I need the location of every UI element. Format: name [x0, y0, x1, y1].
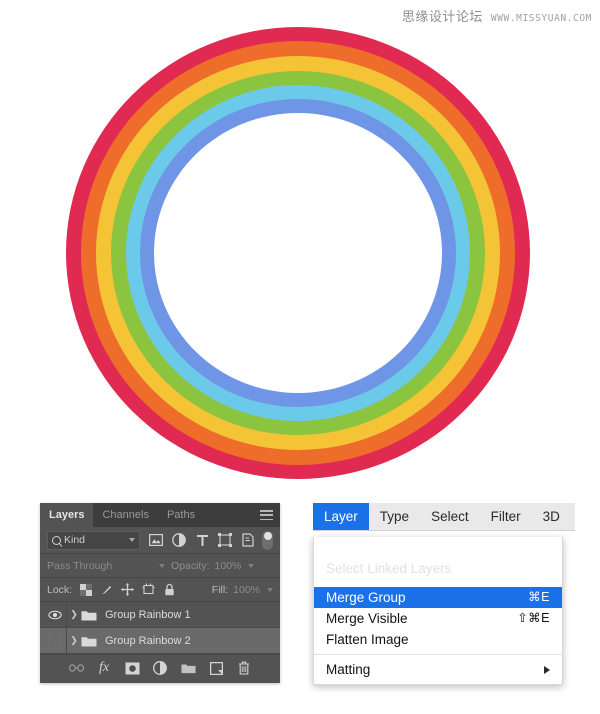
menubar-item-3d[interactable]: 3D: [532, 503, 571, 530]
tab-channels[interactable]: Channels: [93, 503, 157, 527]
fill-value[interactable]: 100%: [233, 584, 260, 596]
menubar: Layer Type Select Filter 3D: [313, 503, 575, 531]
disclosure-chevron-right-icon[interactable]: ❯: [67, 635, 81, 646]
new-adjustment-layer-icon[interactable]: [153, 661, 168, 676]
layer-name-label: Group Rainbow 1: [105, 608, 191, 621]
menu-item-select-linked-layers[interactable]: Select Linked Layers: [314, 559, 562, 578]
opacity-value[interactable]: 100%: [215, 560, 242, 572]
menubar-item-layer[interactable]: Layer: [313, 503, 369, 530]
menu-item-merge-visible[interactable]: Merge Visible ⇧⌘E: [314, 608, 562, 629]
table-row[interactable]: ❯ Group Rainbow 2: [40, 628, 280, 654]
layer-filter-row: Kind: [40, 527, 280, 554]
menubar-item-type[interactable]: Type: [369, 503, 420, 530]
folder-icon: [81, 610, 97, 620]
search-icon: [52, 535, 61, 545]
menu-item-flatten-image[interactable]: Flatten Image: [314, 629, 562, 650]
filter-toggle[interactable]: [262, 530, 273, 550]
menubar-item-filter-label: Filter: [490, 509, 521, 524]
layers-panel-footer: fx: [40, 654, 280, 681]
menu-area: Layer Type Select Filter 3D Select Linke…: [313, 503, 575, 691]
menu-item-merge-group[interactable]: Merge Group ⌘E: [314, 587, 562, 608]
layer-visibility-toggle[interactable]: [43, 634, 66, 647]
opacity-label: Opacity:: [171, 559, 210, 572]
shape-layer-filter-icon[interactable]: [218, 533, 232, 547]
adjustment-layer-filter-icon[interactable]: [172, 533, 186, 547]
menubar-item-select[interactable]: Select: [420, 503, 480, 530]
blend-mode-row: Pass Through Opacity: 100%: [40, 554, 280, 578]
eye-off-icon: [48, 634, 61, 647]
menu-item-merge-visible-shortcut: ⇧⌘E: [517, 611, 550, 625]
tab-layers[interactable]: Layers: [40, 503, 94, 527]
canvas-artwork: [0, 0, 600, 490]
menubar-item-layer-label: Layer: [324, 509, 358, 524]
delete-layer-icon[interactable]: [237, 661, 252, 676]
filter-kind-select[interactable]: Kind: [47, 530, 140, 550]
table-row[interactable]: ❯ Group Rainbow 1: [40, 602, 280, 628]
new-group-icon[interactable]: [180, 661, 196, 676]
chevron-down-icon: [129, 538, 135, 542]
blend-mode-select[interactable]: Pass Through: [47, 558, 165, 574]
menubar-item-select-label: Select: [431, 509, 469, 524]
lock-row: Lock: Fill: 100%: [40, 578, 280, 602]
hamburger-icon[interactable]: [260, 510, 273, 520]
lock-label: Lock:: [47, 583, 73, 596]
chevron-down-icon[interactable]: [248, 563, 255, 568]
link-layers-icon[interactable]: [68, 661, 84, 676]
lock-position-icon[interactable]: [121, 583, 135, 596]
chevron-down-icon[interactable]: [267, 587, 273, 592]
tab-channels-label: Channels: [102, 509, 149, 521]
folder-icon: [81, 636, 97, 646]
fill-label: Fill:: [211, 583, 229, 596]
lock-artboard-nesting-icon[interactable]: [142, 583, 155, 596]
menubar-item-3d-label: 3D: [542, 509, 560, 524]
menu-item-flatten-image-label: Flatten Image: [326, 632, 409, 647]
layer-effects-fx-icon[interactable]: fx: [97, 660, 112, 676]
eye-icon: [47, 610, 62, 619]
menu-item-merge-group-label: Merge Group: [326, 590, 406, 605]
filter-type-icons: [149, 533, 255, 547]
menubar-item-filter[interactable]: Filter: [480, 503, 532, 530]
add-layer-mask-icon[interactable]: [125, 661, 140, 676]
lock-all-icon[interactable]: [163, 583, 176, 596]
menu-scroll-fade: [314, 537, 562, 559]
type-layer-filter-icon[interactable]: [195, 533, 209, 547]
layer-visibility-toggle[interactable]: [43, 610, 66, 620]
lock-transparent-pixels-icon[interactable]: [79, 583, 92, 596]
menu-item-merge-group-shortcut: ⌘E: [528, 590, 550, 604]
submenu-arrow-icon: [544, 665, 550, 674]
new-layer-icon[interactable]: [209, 661, 224, 676]
lock-icons: [79, 583, 176, 596]
menu-item-merge-visible-label: Merge Visible: [326, 611, 408, 626]
layer-name-label: Group Rainbow 2: [105, 634, 191, 647]
tab-paths[interactable]: Paths: [158, 503, 204, 527]
menubar-item-type-label: Type: [379, 509, 410, 524]
menu-item-matting-label: Matting: [326, 662, 371, 677]
menu-item-matting[interactable]: Matting: [314, 659, 562, 680]
smart-object-filter-icon[interactable]: [241, 533, 255, 547]
panel-tabbar: Layers Channels Paths: [40, 503, 280, 527]
layers-panel[interactable]: Layers Channels Paths Kind Pass Through …: [40, 503, 280, 683]
layer-menu-dropdown[interactable]: Select Linked Layers Merge Group ⌘E Merg…: [313, 537, 563, 685]
tab-paths-label: Paths: [166, 509, 196, 521]
blend-mode-value: Pass Through: [47, 559, 113, 572]
ring-inner-hole: [154, 113, 442, 393]
chevron-down-icon: [159, 563, 165, 568]
rainbow-ring: [66, 27, 530, 479]
pixel-layer-filter-icon[interactable]: [149, 533, 163, 547]
menu-item-select-linked-layers-label: Select Linked Layers: [326, 561, 452, 576]
disclosure-chevron-right-icon[interactable]: ❯: [67, 609, 81, 620]
filter-kind-value: Kind: [64, 534, 86, 546]
lock-image-pixels-icon[interactable]: [100, 583, 113, 596]
menu-separator: [314, 654, 562, 655]
tab-layers-label: Layers: [49, 509, 85, 521]
